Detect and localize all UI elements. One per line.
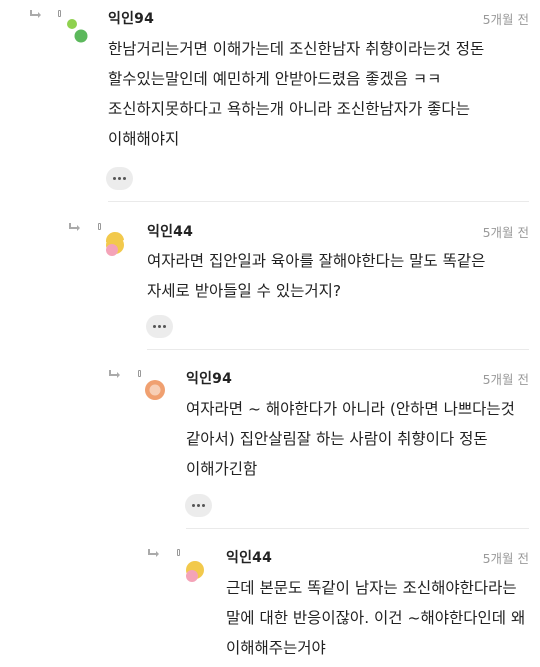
comment-text: 근데 본문도 똑같이 남자는 조신해야한다라는 말에 대한 반응이잖아. 이건 … [226, 579, 526, 657]
reply-arrow-icon [29, 9, 43, 21]
more-dot-icon [118, 177, 121, 180]
more-dot-icon [153, 325, 156, 328]
author-name[interactable]: 익인44 [147, 221, 193, 241]
author-name[interactable]: 익인94 [108, 8, 154, 28]
reply-arrow-icon [108, 369, 122, 381]
timestamp: 5개월 전 [482, 12, 529, 27]
more-options-button[interactable] [146, 315, 173, 338]
more-options-button[interactable] [185, 494, 212, 517]
more-dot-icon [163, 325, 166, 328]
comment-text: 여자라면 ~ 해야한다가 아니라 (안하면 나쁘다는것 같아서) 집안살림잘 하… [186, 400, 515, 478]
marker-icon [58, 10, 61, 17]
timestamp: 5개월 전 [482, 225, 529, 240]
divider [186, 528, 529, 529]
more-options-button[interactable] [106, 167, 133, 190]
more-dot-icon [197, 504, 200, 507]
more-dot-icon [158, 325, 161, 328]
timestamp: 5개월 전 [482, 551, 529, 566]
avatar [62, 15, 96, 49]
more-dot-icon [202, 504, 205, 507]
comment-text: 한남거리는거면 이해가는데 조신한남자 취향이라는것 정돈 할수있는말인데 예민… [108, 40, 485, 148]
more-dot-icon [123, 177, 126, 180]
reply-arrow-icon [147, 548, 161, 560]
avatar [180, 554, 214, 588]
divider [108, 201, 529, 202]
divider [147, 349, 529, 350]
more-dot-icon [192, 504, 195, 507]
author-name[interactable]: 익인94 [186, 368, 232, 388]
avatar [101, 228, 135, 262]
avatar [140, 375, 174, 409]
timestamp: 5개월 전 [482, 372, 529, 387]
author-name[interactable]: 익인44 [226, 547, 272, 567]
reply-arrow-icon [68, 222, 82, 234]
more-dot-icon [113, 177, 116, 180]
comment-text: 여자라면 집안일과 육아를 잘해야한다는 말도 똑같은 자세로 받아들일 수 있… [147, 252, 486, 300]
